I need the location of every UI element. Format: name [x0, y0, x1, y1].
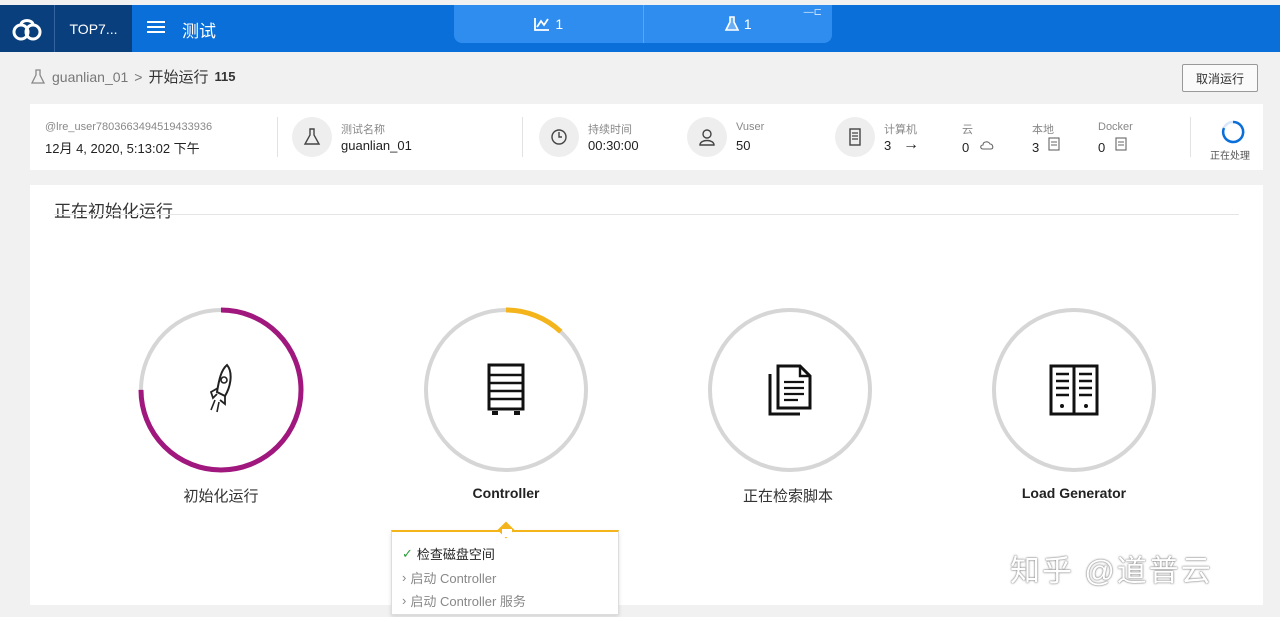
step-details-popup: ✓ 检查磁盘空间 › 启动 Controller › 启动 Controller… [391, 521, 619, 615]
stage-controller [421, 305, 591, 475]
duration-value: 00:30:00 [588, 138, 639, 153]
test-icon-circle [292, 117, 332, 157]
step-item[interactable]: › 启动 Controller 服务 [402, 591, 526, 610]
run-info-strip: @lre_user7803663494519433936 12月 4, 2020… [30, 104, 1263, 170]
server-rack-icon [487, 363, 525, 415]
run-id: 115 [214, 69, 236, 84]
stage-controller-label: Controller [472, 485, 540, 501]
breadcrumb: guanlian_01 > 开始运行 115 [30, 66, 235, 87]
machines-value: 3 [884, 138, 892, 153]
local-label: 本地 [1032, 124, 1054, 136]
cancel-run-button[interactable]: 取消运行 [1182, 64, 1258, 92]
logo-icon [12, 18, 42, 40]
page-title: 测试 [182, 22, 216, 41]
section-title: 正在初始化运行 [54, 202, 173, 221]
step-label: 启动 Controller [410, 571, 497, 586]
vuser-icon-circle [687, 117, 727, 157]
pin-icon[interactable]: —⊏ [804, 7, 822, 18]
cloud-label: 云 [962, 124, 973, 136]
divider [522, 117, 523, 157]
stage-init [136, 305, 306, 475]
divider [54, 214, 1239, 215]
documents-icon [768, 364, 812, 416]
vuser-label: Vuser [736, 121, 765, 133]
step-item: ✓ 检查磁盘空间 [402, 544, 495, 563]
docker-value: 0 [1098, 140, 1106, 155]
machines-label: 计算机 [884, 124, 917, 136]
flask-icon [724, 16, 740, 31]
server-icon [849, 128, 861, 146]
stage-load-generator-label: Load Generator [1021, 485, 1127, 501]
test-name-label: 测试名称 [341, 124, 385, 136]
duration-icon-circle [539, 117, 579, 157]
vuser-value: 50 [736, 138, 751, 153]
stage-scripts-label: 正在检索脚本 [742, 488, 833, 505]
run-chart-icon [534, 18, 550, 31]
machines-icon-circle [835, 117, 875, 157]
stage-scripts [705, 305, 875, 475]
stage-init-label: 初始化运行 [183, 488, 259, 505]
cloud-value: 0 [962, 140, 970, 155]
chevron-right-icon: › [402, 593, 407, 608]
center-tab-bar: 1 1 —⊏ [454, 5, 832, 43]
project-selector[interactable]: TOP7... [54, 5, 132, 52]
tab-tests-count: 1 [743, 16, 752, 32]
clock-icon [551, 129, 567, 145]
tab-runs-count: 1 [555, 16, 564, 32]
chevron-right-icon: › [402, 570, 407, 585]
tab-tests[interactable]: 1 —⊏ [642, 5, 833, 43]
check-icon: ✓ [402, 545, 413, 561]
load-generator-icon [1049, 364, 1099, 416]
user-icon [699, 129, 715, 146]
divider [277, 117, 278, 157]
watermark: 知乎 @道普云 [1010, 555, 1213, 588]
top-bar: TOP7... 测试 1 1 —⊏ [0, 5, 1280, 52]
cloud-icon [980, 141, 994, 150]
step-item[interactable]: › 启动 Controller [402, 568, 496, 587]
breadcrumb-current: 开始运行 [148, 69, 209, 86]
duration-label: 持续时间 [588, 124, 632, 136]
divider [1190, 117, 1191, 157]
docker-label: Docker [1098, 121, 1133, 133]
step-label: 检查磁盘空间 [416, 547, 495, 562]
hamburger-menu-button[interactable] [147, 19, 167, 40]
test-name-value: guanlian_01 [341, 138, 412, 153]
spinner-icon [1221, 120, 1245, 144]
document-icon [1115, 137, 1127, 151]
status-text: 正在处理 [1210, 151, 1250, 162]
run-datetime: 12月 4, 2020, 5:13:02 下午 [45, 141, 200, 156]
flask-icon [30, 68, 46, 84]
local-value: 3 [1032, 140, 1040, 155]
breadcrumb-separator: > [134, 68, 143, 85]
arrow-right-icon: → [903, 136, 919, 153]
popup-caret-inner [502, 529, 512, 537]
breadcrumb-test-link[interactable]: guanlian_01 [52, 69, 128, 85]
step-label: 启动 Controller 服务 [410, 594, 526, 609]
main-panel: 正在初始化运行 初始化运行 Controller 正在检索脚本 Load Gen… [30, 185, 1263, 615]
stage-load-generator [989, 305, 1159, 475]
rocket-icon [209, 363, 232, 413]
run-user: @lre_user7803663494519433936 [45, 121, 213, 133]
app-logo[interactable] [0, 5, 54, 52]
flask-icon [303, 128, 321, 145]
document-icon [1048, 137, 1060, 151]
menu-icon [147, 21, 165, 33]
tab-runs[interactable]: 1 [454, 5, 643, 43]
